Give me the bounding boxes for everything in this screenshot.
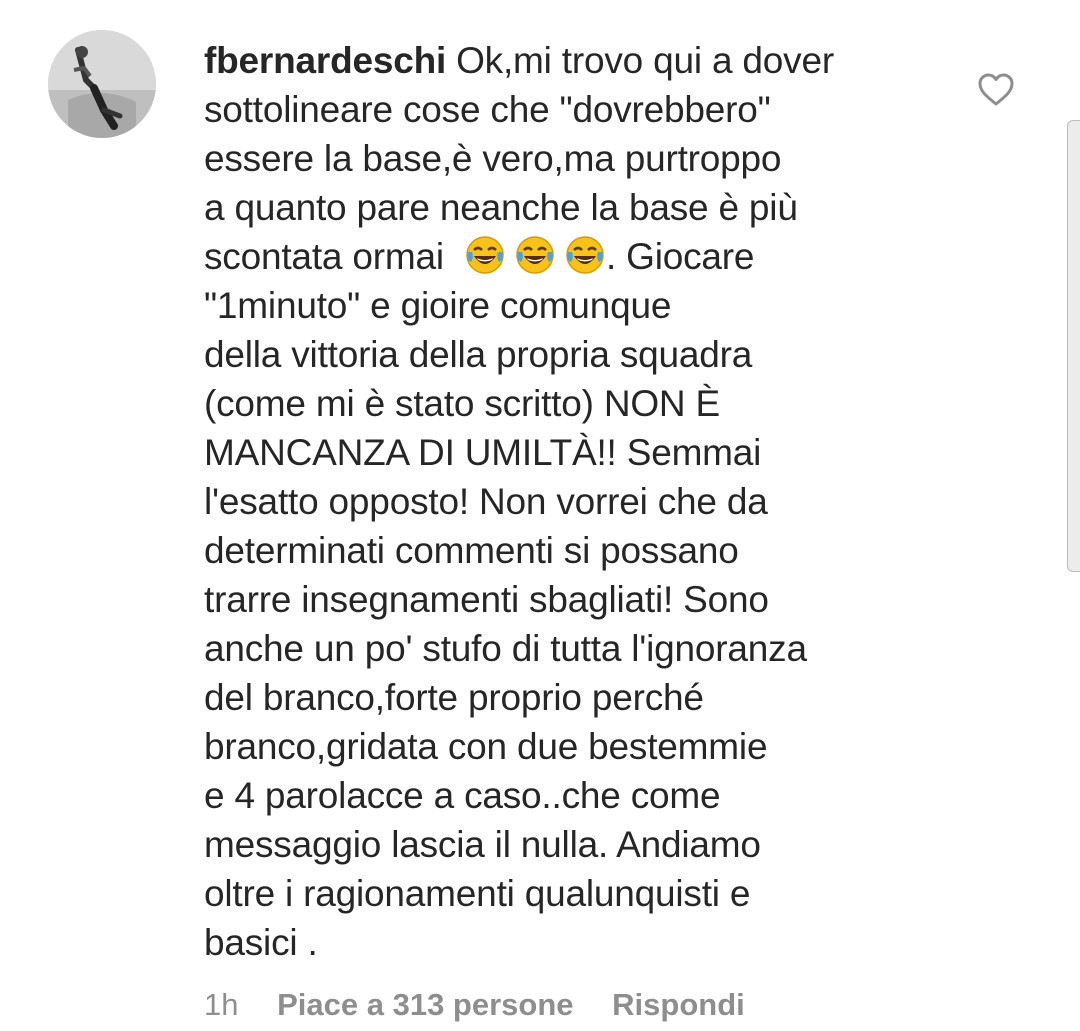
comment-line: oltre i ragionamenti qualunquisti e <box>204 873 751 914</box>
comment-line: determinati commenti si possano <box>204 530 739 571</box>
avatar[interactable] <box>48 30 156 138</box>
reply-button[interactable]: Rispondi <box>612 987 745 1022</box>
comment-line: trarre insegnamenti sbagliati! Sono <box>204 579 769 620</box>
comment-line: del branco,forte proprio perché <box>204 677 704 718</box>
likes-count-link[interactable]: Piace a 313 persone <box>277 987 573 1022</box>
comment-line: fbernardeschi Ok,mi trovo qui a dover <box>204 36 924 85</box>
comment-line: essere la base,è vero,ma purtroppo <box>204 138 782 179</box>
comment-line: sottolineare cose che "dovrebbero" <box>204 89 771 130</box>
heart-outline-icon[interactable] <box>976 70 1016 110</box>
avatar-image <box>48 30 156 138</box>
comment-text: Ok,mi trovo qui a dover <box>456 40 834 81</box>
comment-line: a quanto pare neanche la base è più <box>204 187 798 228</box>
comment-time: 1h <box>204 987 239 1022</box>
comment-line: branco,gridata con due bestemmie <box>204 726 768 767</box>
comment-line: messaggio lascia il nulla. Andiamo <box>204 824 761 865</box>
comment-text: scontata ormai <box>204 236 444 277</box>
username[interactable]: fbernardeschi <box>204 40 446 81</box>
face-with-tears-of-joy-icon <box>566 236 604 274</box>
face-with-tears-of-joy-icon <box>516 236 554 274</box>
comment-line: l'esatto opposto! Non vorrei che da <box>204 481 768 522</box>
comment-line: "1minuto" e gioire comunque <box>204 285 672 326</box>
comment-line: MANCANZA DI UMILTÀ!! Semmai <box>204 432 762 473</box>
comment-line: scontata ormai . Giocare <box>204 232 924 281</box>
face-with-tears-of-joy-icon <box>466 236 504 274</box>
comment-line: basici . <box>204 922 318 963</box>
comment-meta: 1h Piace a 313 persone Rispondi <box>204 983 745 1027</box>
comment-text: . Giocare <box>605 236 755 277</box>
comment-body: fbernardeschi Ok,mi trovo qui a dover sot… <box>204 36 924 967</box>
comment-line: e 4 parolacce a caso..che come <box>204 775 721 816</box>
comment-line: della vittoria della propria squadra <box>204 334 753 375</box>
comment: fbernardeschi Ok,mi trovo qui a dover sot… <box>0 0 1080 1031</box>
comment-line: anche un po' stufo di tutta l'ignoranza <box>204 628 807 669</box>
comment-line: (come mi è stato scritto) NON È <box>204 383 721 424</box>
scrollbar[interactable] <box>1067 120 1080 572</box>
